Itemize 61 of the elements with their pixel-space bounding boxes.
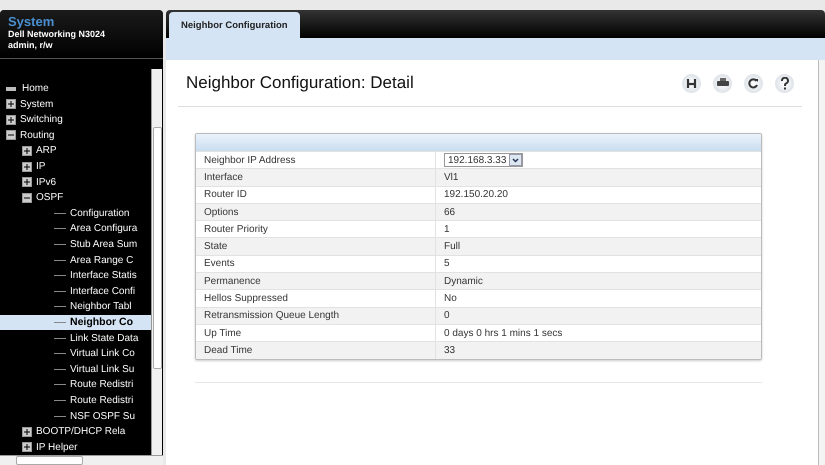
tree-item[interactable]: Stub Area Sum xyxy=(70,238,138,250)
expand-icon[interactable] xyxy=(6,99,16,110)
collapse-icon[interactable] xyxy=(6,130,16,140)
tree-item[interactable]: OSPF xyxy=(36,192,64,204)
expand-icon[interactable] xyxy=(22,426,32,437)
tree-item[interactable]: Routing xyxy=(20,130,54,141)
field-value: Full xyxy=(443,240,462,254)
tree-item[interactable]: IPv6 xyxy=(36,176,56,188)
tree-item[interactable]: Neighbor Tabl xyxy=(70,301,132,312)
tree-item[interactable]: Area Configura xyxy=(70,223,138,234)
field-value: 0 days 0 hrs 1 mins 1 secs xyxy=(443,326,564,341)
tree-item[interactable]: System xyxy=(20,98,54,110)
print-icon[interactable] xyxy=(713,74,732,92)
help-icon[interactable] xyxy=(775,74,794,92)
expand-icon[interactable] xyxy=(22,146,32,156)
vertical-scrollbar[interactable] xyxy=(818,60,825,465)
ip-address-select[interactable]: 192.168.3.33 xyxy=(444,153,524,168)
tree-item[interactable]: Configuration xyxy=(70,208,130,219)
tree-item[interactable]: Home xyxy=(22,83,49,94)
vertical-scrollbar[interactable] xyxy=(151,68,162,455)
sidebar-title: System xyxy=(8,14,56,29)
tree-item[interactable]: Route Redistri xyxy=(70,394,134,406)
tree-item[interactable]: Link State Data xyxy=(70,332,138,344)
device-name: Dell Networking N3024 xyxy=(8,29,106,40)
tree-item[interactable]: ARP xyxy=(36,145,57,156)
field-value: No xyxy=(443,292,458,306)
tree-item[interactable]: NSF OSPF Su xyxy=(70,410,136,422)
dropdown-icon[interactable] xyxy=(509,154,522,166)
page-title: Neighbor Configuration: Detail xyxy=(186,73,414,93)
horizontal-scrollbar[interactable] xyxy=(0,455,163,465)
user-info: admin, r/w xyxy=(8,40,54,51)
selected-tree-item[interactable]: Neighbor Co xyxy=(0,314,151,330)
field-value: 66 xyxy=(443,206,456,220)
collapse-icon[interactable] xyxy=(22,192,32,203)
tree-item[interactable]: Area Range C xyxy=(70,254,134,266)
field-value: 192.150.20.20 xyxy=(443,188,509,202)
field-value: Dynamic xyxy=(443,274,484,289)
tree-item[interactable]: Switching xyxy=(20,114,63,126)
field-label: Dead Time xyxy=(196,342,436,359)
tree-item[interactable]: BOOTP/DHCP Rela xyxy=(36,426,126,438)
tree-item[interactable]: IP xyxy=(36,161,46,172)
field-value: Vl1 xyxy=(443,170,460,185)
refresh-icon[interactable] xyxy=(744,74,763,92)
home-icon xyxy=(6,86,16,91)
expand-icon[interactable] xyxy=(22,442,32,452)
field-value: 5 xyxy=(443,257,451,272)
expand-icon[interactable] xyxy=(22,177,32,188)
field-value: 1 xyxy=(443,222,451,237)
field-value: 33 xyxy=(443,344,456,358)
tab[interactable]: Neighbor Configuration xyxy=(169,12,300,38)
tree-item[interactable]: Interface Statis xyxy=(70,270,137,282)
tree-item[interactable]: Neighbor Co xyxy=(70,316,133,328)
expand-icon[interactable] xyxy=(6,114,16,125)
tree-item[interactable]: Virtual Link Su xyxy=(70,364,134,375)
field-value: 0 xyxy=(443,309,451,324)
tree-item[interactable]: IP Helper xyxy=(36,442,78,453)
tree-item[interactable]: Virtual Link Co xyxy=(70,348,135,360)
expand-icon[interactable] xyxy=(22,162,32,172)
tree-item[interactable]: Interface Confi xyxy=(70,286,136,297)
save-icon[interactable] xyxy=(682,74,701,92)
tree-item[interactable]: Route Redistri xyxy=(70,379,134,390)
